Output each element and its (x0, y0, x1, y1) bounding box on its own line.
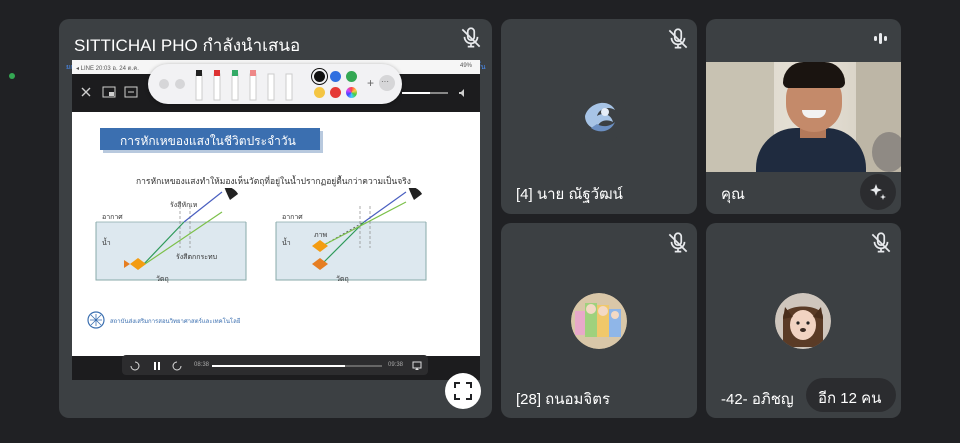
toolbar-add-button[interactable]: + (367, 76, 374, 90)
slide-footer: สถาบันส่งเสริมการสอนวิทยาศาสตร์และเทคโนโ… (110, 319, 241, 325)
fullscreen-button[interactable] (445, 373, 481, 409)
color-swatch-blue[interactable] (330, 71, 341, 82)
right-water-label: น้ำ (282, 240, 291, 247)
left-water-label: น้ำ (102, 240, 111, 247)
person-hair (783, 62, 845, 88)
slide: การหักเหของแสงในชีวิตประจำวัน การหักเหขอ… (72, 112, 480, 356)
left-object-label: วัตถุ (156, 276, 169, 283)
left-refracted-label: รังสีหักเห (170, 202, 198, 209)
color-picker-icon[interactable] (346, 87, 357, 98)
avatar (571, 293, 627, 349)
shared-screen: ◂ LINE 20:03 อ. 24 ต.ค. 49% การหักเหของแ… (72, 60, 480, 380)
slide-heading-text: การหักเหของแสงในชีวิตประจำวัน (120, 134, 296, 148)
participant-name: [4] นาย ณัฐวัฒน์ (516, 186, 623, 203)
mic-off-icon (668, 28, 688, 49)
pause-icon[interactable] (152, 361, 162, 371)
institute-logo-icon (87, 311, 105, 329)
participant-name: -42- อภิชญ (721, 391, 794, 408)
mic-off-icon (871, 232, 891, 253)
right-air-label: อากาศ (282, 214, 303, 221)
video-time-total: 09:38 (388, 362, 404, 368)
pen-tools-icon[interactable] (192, 66, 302, 102)
mic-off-icon (461, 27, 481, 48)
forward-icon[interactable] (172, 361, 182, 371)
fit-icon[interactable] (124, 86, 138, 98)
slide-heading: การหักเหของแสงในชีวิตประจำวัน (100, 128, 320, 150)
status-dot (9, 73, 15, 79)
self-name: คุณ (721, 186, 745, 203)
video-progress[interactable] (212, 365, 382, 367)
participant-name: [28] ถนอมจิตร (516, 391, 611, 408)
refraction-diagram (95, 188, 427, 281)
right-image-label: ภาพ (314, 232, 328, 239)
effects-button[interactable] (860, 174, 896, 210)
fullscreen-icon (454, 382, 472, 400)
toolbar-more-button[interactable]: ··· (379, 75, 395, 91)
video-progress-fill (212, 365, 345, 367)
color-swatch-red[interactable] (330, 87, 341, 98)
undo-icon[interactable] (158, 77, 188, 91)
phone-status-left: ◂ LINE 20:03 อ. 24 ต.ค. (76, 66, 139, 72)
avatar (775, 293, 831, 349)
left-incident-label: รังสีตกกระทบ (176, 254, 218, 261)
airplay-icon[interactable] (412, 361, 422, 371)
volume-icon[interactable] (458, 88, 468, 98)
phone-status-right: 49% (459, 63, 472, 69)
toolbar-more-label: ··· (381, 77, 389, 86)
volume-slider[interactable] (402, 92, 448, 94)
pip-icon[interactable] (102, 86, 116, 98)
left-air-label: อากาศ (102, 214, 123, 221)
close-icon[interactable] (80, 86, 92, 98)
speaking-indicator-icon (874, 33, 887, 44)
mic-off-icon (668, 232, 688, 253)
more-participants-button[interactable]: อีก 12 คน (806, 378, 896, 412)
color-swatch-black[interactable] (314, 71, 325, 82)
more-participants-label: อีก 12 คน (818, 390, 882, 407)
avatar (571, 88, 627, 144)
slide-subtitle: การหักเหของแสงทำให้มองเห็นวัตถุที่อยู่ใน… (136, 176, 411, 186)
rewind-icon[interactable] (130, 361, 140, 371)
sparkle-icon (870, 184, 886, 200)
background-object (872, 132, 901, 172)
video-controls: 08:38 09:38 (72, 355, 480, 380)
presenter-title: SITTICHAI PHO กำลังนำเสนอ (74, 36, 301, 55)
markup-toolbar: + ··· (148, 64, 402, 104)
color-swatch-yellow[interactable] (314, 87, 325, 98)
self-video (706, 62, 901, 172)
color-swatch-green[interactable] (346, 71, 357, 82)
right-object-label: วัตถุ (336, 276, 349, 283)
video-time-elapsed: 08:38 (194, 362, 210, 368)
